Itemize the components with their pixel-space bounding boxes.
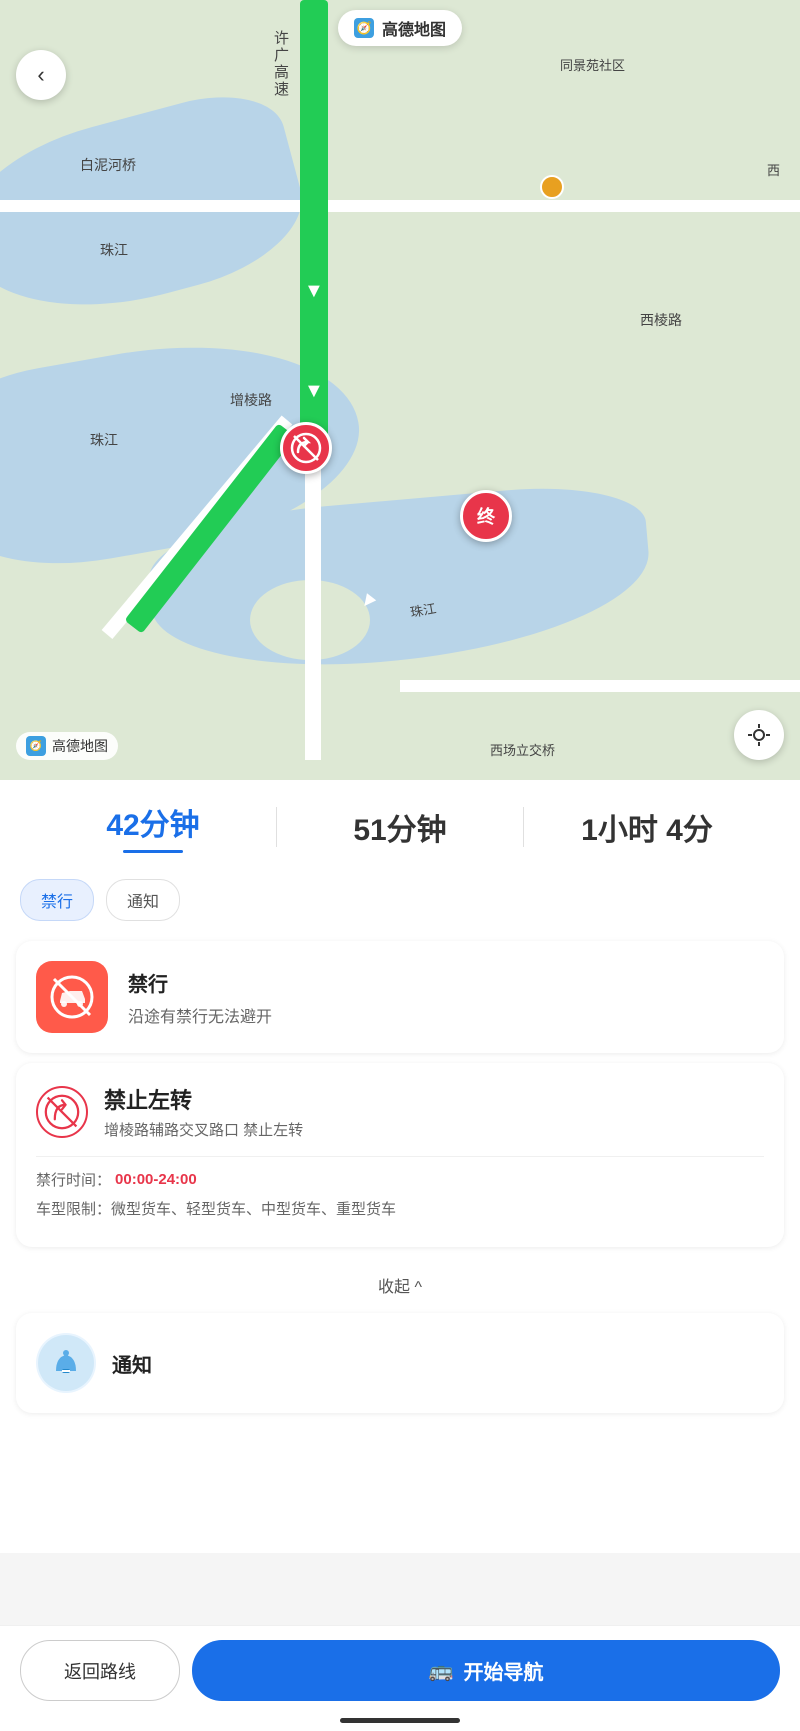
back-button[interactable]: ‹ [16,50,66,100]
detail-title: 禁止左转 [104,1083,303,1115]
vehicle-row: 车型限制：微型货车、轻型货车、中型货车、重型货车 [36,1198,764,1219]
action-bar: 返回路线 🚌 开始导航 [0,1625,800,1731]
route-options: 42分钟 51分钟 1小时 4分 [0,780,800,863]
map-label-xuguang: 许广高速 [270,30,291,98]
left-turn-icon-svg [44,1094,80,1130]
start-nav-label: 开始导航 [463,1656,543,1685]
action-bar-spacer [0,1423,800,1533]
map-label-xichan: 西场立交桥 [490,740,555,759]
collapse-button[interactable]: 收起 ^ [0,1257,800,1313]
amap-title: 高德地图 [382,16,446,40]
restriction-title: 禁行 [128,968,272,997]
map-label-zhujiang1: 珠江 [100,240,128,260]
time-label: 禁行时间： [36,1169,111,1190]
time-row: 禁行时间： 00:00-24:00 [36,1169,764,1190]
amap-logo-icon: 🧭 [26,736,46,756]
route-arrow-1: ▼ [304,280,324,303]
restriction-text: 禁行 沿途有禁行无法避开 [128,968,272,1027]
location-icon [746,722,772,748]
turn-restriction-marker [280,422,332,474]
route-option-3[interactable]: 1小时 4分 [524,805,770,849]
route-underline-1 [123,850,183,853]
bottom-panel: 42分钟 51分钟 1小时 4分 禁行 通知 [0,780,800,1553]
detail-text: 禁止左转 增棱路辅路交叉路口 禁止左转 [104,1083,303,1140]
map-label-zengt: 增棱路 [230,390,272,410]
time-range: 00:00-24:00 [115,1171,197,1188]
notification-title: 通知 [112,1349,152,1378]
restriction-banner-card: 禁行 沿途有禁行无法避开 [16,941,784,1053]
start-nav-button[interactable]: 🚌 开始导航 [192,1640,780,1701]
detail-card: 禁止左转 增棱路辅路交叉路口 禁止左转 禁行时间： 00:00-24:00 车型… [16,1063,784,1247]
road-horizontal-2 [400,680,800,692]
amap-icon: 🧭 [354,18,374,38]
no-car-icon [50,975,94,1019]
notification-preview: 通知 [16,1313,784,1413]
map-label-baini: 白泥河桥 [80,155,136,175]
back-icon: ‹ [37,62,44,88]
amap-header: 🧭 高德地图 [338,10,462,46]
card-main: 禁行 沿途有禁行无法避开 [36,961,764,1033]
amap-logo-text: 高德地图 [52,736,108,756]
restriction-icon-bg [36,961,108,1033]
tab-notify[interactable]: 通知 [106,879,180,921]
home-indicator [340,1718,460,1723]
back-route-button[interactable]: 返回路线 [20,1640,180,1701]
amap-logo: 🧭 高德地图 [16,732,118,760]
tab-bar: 禁行 通知 [0,863,800,931]
map-label-tongj: 同景苑社区 [560,55,625,74]
notification-icon [36,1333,96,1393]
route-option-2[interactable]: 51分钟 [277,805,523,849]
route-time-2: 51分钟 [277,805,523,849]
detail-divider [36,1156,764,1157]
destination-marker: 终 [460,490,512,542]
poi-dot [540,175,564,199]
road-horizontal-1 [0,200,800,212]
tab-jinjin[interactable]: 禁行 [20,879,94,921]
route-arrow-2: ▼ [304,380,324,403]
route-time-1: 42分钟 [30,800,276,844]
restriction-desc: 沿途有禁行无法避开 [128,1003,272,1027]
nav-bus-icon: 🚌 [429,1658,454,1683]
map-label-xi: 西 [767,160,780,179]
no-left-turn-icon [36,1086,88,1138]
detail-subtitle: 增棱路辅路交叉路口 禁止左转 [104,1119,303,1140]
notification-icon-svg [36,1333,96,1393]
route-time-3: 1小时 4分 [524,805,770,849]
detail-header: 禁止左转 增棱路辅路交叉路口 禁止左转 [36,1083,764,1140]
location-button[interactable] [734,710,784,760]
map-label-zhujiang2: 珠江 [90,430,118,450]
route-option-1[interactable]: 42分钟 [30,800,276,853]
map-area[interactable]: ▼ ▼ ▼ 终 白泥河桥 珠江 珠江 同景苑社区 西棱路 西场立交桥 许广高速 … [0,0,800,780]
map-label-xiban: 西棱路 [640,310,682,330]
